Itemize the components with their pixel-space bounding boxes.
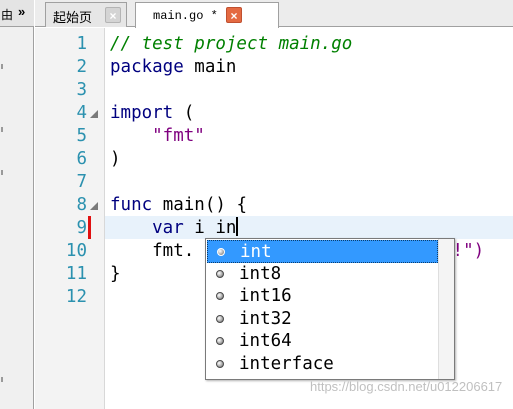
keyword-bullet-icon [216, 292, 224, 301]
code-token: package [110, 57, 184, 77]
keyword-bullet-icon [216, 360, 224, 368]
tab-main-go-label: main.go * [153, 9, 218, 23]
autocomplete-popup[interactable]: int int8 int16 int32 int64 interface [205, 238, 455, 380]
close-icon[interactable]: × [105, 7, 121, 23]
code-token: "fmt" [110, 126, 205, 146]
autocomplete-item[interactable]: int32 [207, 308, 438, 331]
keyword-bullet-icon [217, 248, 225, 256]
autocomplete-scrollbar[interactable] [438, 239, 454, 379]
autocomplete-item-label: int16 [239, 286, 292, 307]
code-line: // test project main.go [110, 33, 352, 56]
line-number: 3 [76, 80, 87, 100]
code-token: i in [183, 218, 237, 238]
code-token: main() { [152, 195, 247, 215]
watermark: https://blog.csdn.net/u012206617 [310, 379, 503, 394]
line-number: 7 [76, 172, 87, 192]
line-number: 10 [65, 241, 87, 261]
modified-line-marker [88, 216, 91, 239]
code-line: import ( [110, 102, 194, 125]
code-token: // test project main.go [110, 34, 353, 54]
code-token: func [110, 195, 153, 215]
code-token: ) [110, 149, 121, 169]
line-number: 1 [76, 34, 87, 54]
tab-main-go[interactable]: main.go * × [135, 2, 279, 28]
autocomplete-item-label: int64 [239, 331, 292, 352]
code-line: fmt. [110, 240, 194, 263]
code-token: import [110, 103, 174, 123]
left-panel-tab[interactable]: 由 » [0, 0, 34, 27]
fold-toggle-icon[interactable] [90, 202, 98, 210]
autocomplete-item[interactable]: interface [207, 353, 438, 376]
code-line: var i in [110, 217, 238, 240]
autocomplete-item-label: int8 [239, 263, 282, 284]
code-token: } [110, 264, 121, 284]
keyword-bullet-icon [216, 314, 224, 323]
left-dock-panel: 由 » [0, 0, 34, 409]
close-icon[interactable]: × [226, 7, 242, 23]
autocomplete-item[interactable]: int8 [207, 263, 438, 286]
line-number: 11 [65, 264, 87, 284]
line-number: 5 [76, 126, 87, 146]
keyword-bullet-icon [216, 337, 224, 346]
fold-toggle-icon[interactable] [90, 110, 98, 118]
text-caret [236, 217, 238, 236]
code-line: package main [110, 56, 236, 79]
line-number: 6 [76, 149, 87, 169]
tab-start-page-label: 起始页 [53, 11, 93, 26]
autocomplete-item-label: interface [239, 354, 334, 374]
autocomplete-item-label: int32 [239, 308, 292, 329]
autocomplete-item-label: int [240, 242, 272, 262]
code-token: ( [173, 103, 195, 123]
line-number: 8 [76, 195, 87, 215]
left-panel-tab-label: 由 [1, 8, 14, 22]
code-token: fmt. [110, 241, 195, 261]
autocomplete-item[interactable]: int [207, 240, 438, 263]
line-number: 12 [65, 287, 87, 307]
keyword-bullet-icon [216, 269, 224, 278]
code-line: ) [110, 148, 121, 171]
autocomplete-item[interactable]: int16 [207, 285, 438, 308]
line-number: 2 [76, 57, 87, 77]
autocomplete-item[interactable]: int64 [207, 330, 438, 353]
code-token: var [110, 218, 184, 238]
code-line: "fmt" [110, 125, 205, 148]
expand-panel-icon[interactable]: » [18, 4, 25, 19]
line-number: 4 [76, 103, 87, 123]
code-line: func main() { [110, 194, 247, 217]
editor-tab-bar: 起始页 × main.go * × [35, 0, 513, 28]
code-token: main [183, 57, 237, 77]
line-number: 9 [76, 218, 87, 238]
code-line: } [110, 263, 121, 286]
tab-start-page[interactable]: 起始页 × [45, 2, 127, 27]
